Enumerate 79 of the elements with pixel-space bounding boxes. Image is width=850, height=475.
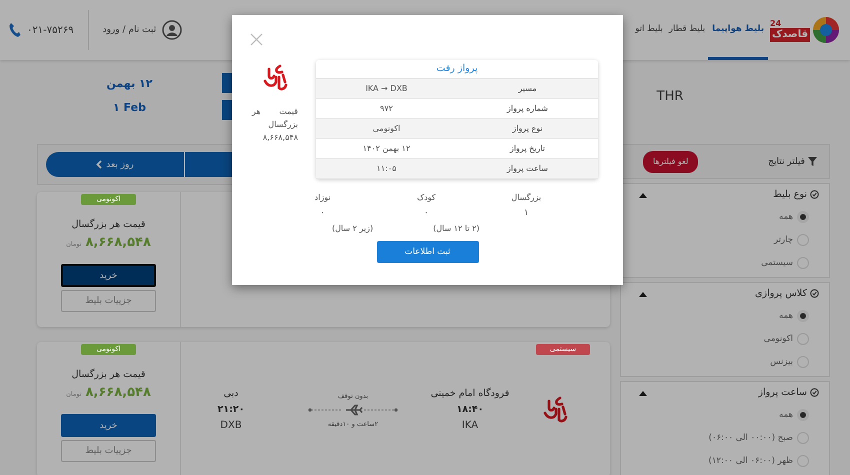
option-label: همه bbox=[779, 410, 793, 420]
radio-button[interactable] bbox=[797, 408, 809, 420]
buy-button[interactable]: خرید bbox=[61, 414, 156, 437]
departure-date: ۱ Feb bbox=[113, 100, 146, 116]
table-cell-text: اکونومی bbox=[372, 123, 402, 135]
option-label: سیستمی bbox=[761, 258, 793, 268]
radio-button[interactable] bbox=[797, 356, 809, 368]
departure-time: ۱۸:۴۰ bbox=[456, 404, 484, 415]
check-circle-icon bbox=[810, 388, 819, 397]
table-cell-text: ۱۱:۰۵ bbox=[376, 163, 398, 175]
table-cell-text: ساعت پرواز bbox=[506, 163, 549, 175]
filter-group-title: کلاس پروازی bbox=[755, 288, 807, 299]
age-range: (۲ تا ۱۲ سال) bbox=[433, 224, 480, 233]
ticket-details-button[interactable]: جزییات بلیط bbox=[61, 440, 156, 462]
caret-up-icon[interactable] bbox=[639, 290, 647, 296]
nav-tab[interactable]: بلیط هواپیما bbox=[708, 0, 768, 60]
passenger-label: نوزاد bbox=[314, 193, 331, 202]
clear-filters-button[interactable]: لغو فیلترها bbox=[643, 150, 698, 172]
passenger-label: کودک bbox=[416, 193, 436, 202]
radio-button[interactable] bbox=[797, 454, 809, 466]
ticket-price: ۸,۶۶۸,۵۴۸ bbox=[86, 385, 151, 400]
filter-group-title: ساعت پرواز bbox=[758, 387, 807, 398]
departure-date: ۱۲ بهمن bbox=[106, 76, 154, 92]
table-cell-text: ۱۲ بهمن ۱۴۰۲ bbox=[362, 143, 412, 155]
age-range: (زیر ۲ سال) bbox=[332, 224, 374, 233]
option-label: بیزنس bbox=[770, 356, 793, 366]
chevron-icon bbox=[96, 160, 102, 169]
adult-price: قیمت هر بزرگسال ۸,۶۶۸,۵۴۸ bbox=[252, 106, 298, 144]
radio-button[interactable] bbox=[797, 256, 809, 268]
airport-code: IKA bbox=[462, 420, 478, 431]
table-cell-text: ۹۷۲ bbox=[379, 103, 394, 115]
submit-button[interactable]: ثبت اطلاعات bbox=[376, 241, 478, 263]
login-link[interactable]: ثبت نام / ورود bbox=[102, 25, 156, 35]
logo-icon bbox=[812, 16, 840, 44]
buy-button[interactable]: خرید bbox=[61, 264, 156, 287]
radio-button[interactable] bbox=[797, 210, 809, 222]
option-label: همه bbox=[779, 310, 793, 320]
logo-number: 24 bbox=[770, 18, 782, 28]
table-cell-text: تاریخ پرواز bbox=[508, 143, 546, 155]
table-cell-text: شماره پرواز bbox=[506, 103, 549, 115]
option-label: صبح (۰۰:۰۰ الی ۰۶:۰۰) bbox=[708, 432, 793, 442]
airport-code: DXB bbox=[220, 420, 242, 431]
next-day-button[interactable]: روز بعد bbox=[46, 152, 184, 177]
radio-button[interactable] bbox=[797, 234, 809, 246]
option-label: چارتر bbox=[774, 234, 793, 244]
caret-up-icon[interactable] bbox=[639, 192, 647, 198]
radio-button[interactable] bbox=[797, 310, 809, 322]
table-cell-text: نوع پرواز bbox=[511, 123, 544, 135]
check-circle-icon bbox=[810, 190, 819, 199]
ticket-details-button[interactable]: جزییات بلیط bbox=[61, 290, 156, 312]
passenger-count: ۰ bbox=[320, 208, 325, 218]
option-label: اکونومی bbox=[764, 334, 793, 344]
nav-tab[interactable]: بلیط اتو bbox=[632, 0, 666, 60]
price-label: قیمت هر بزرگسال bbox=[72, 219, 146, 230]
airport-name: فرودگاه امام خمینی bbox=[430, 388, 510, 399]
check-circle-icon bbox=[810, 289, 819, 298]
logo-wordmark: قاصدک bbox=[770, 28, 810, 42]
passenger-label: بزرگسال bbox=[511, 193, 542, 202]
arrival-time: ۲۱:۲۰ bbox=[218, 404, 244, 415]
user-icon[interactable] bbox=[162, 20, 182, 40]
radio-button[interactable] bbox=[797, 332, 809, 344]
option-label: همه bbox=[779, 212, 793, 222]
phone-number: ۰۲۱-۷۵۲۶۹ bbox=[27, 24, 74, 36]
price-label: قیمت هر بزرگسال bbox=[72, 369, 146, 380]
nav-tab[interactable]: بلیط قطار bbox=[666, 0, 708, 60]
phone-icon bbox=[8, 22, 21, 38]
passenger-count: ۱ bbox=[524, 208, 529, 218]
table-cell-text: IKA → DXB bbox=[364, 83, 408, 95]
passenger-count: ۰ bbox=[424, 208, 429, 218]
radio-button[interactable] bbox=[797, 432, 809, 444]
origin-code: THR bbox=[656, 88, 684, 104]
filter-title: فیلتر نتایج bbox=[768, 156, 805, 166]
filter-group-title: نوع بلیط bbox=[773, 189, 807, 200]
table-cell-text: مسیر bbox=[517, 83, 538, 95]
filter-icon bbox=[808, 157, 817, 166]
caret-up-icon[interactable] bbox=[639, 390, 647, 396]
ticket-price: ۸,۶۶۸,۵۴۸ bbox=[86, 235, 151, 250]
option-label: ظهر (۰۶:۰۰ الی ۱۲:۰۰) bbox=[708, 456, 793, 466]
city-name: دبی bbox=[224, 388, 238, 399]
